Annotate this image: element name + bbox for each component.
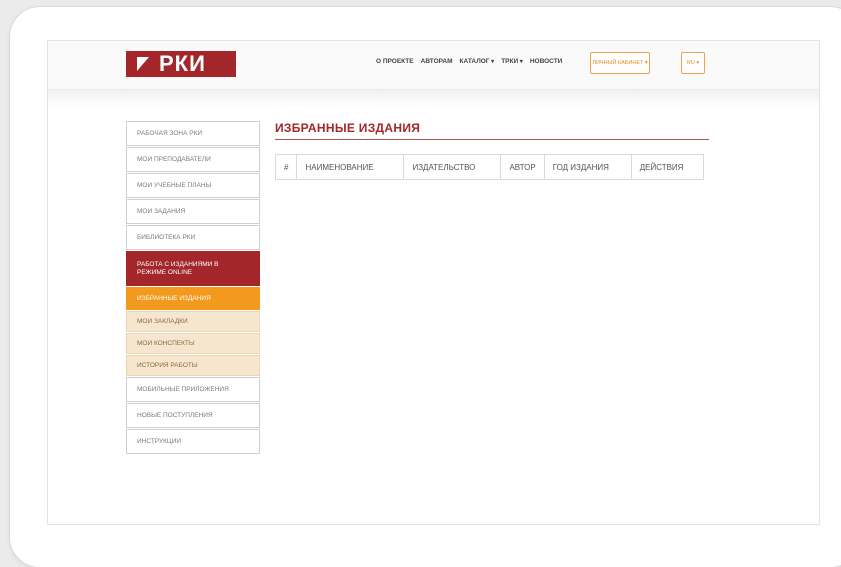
col-title[interactable]: НАИМЕНОВАНИЕ — [296, 154, 405, 180]
nav-item-catalog[interactable]: КАТАЛОГ — [460, 58, 495, 65]
sidebar-item-online-editions[interactable]: РАБОТА С ИЗДАНИЯМИ В РЕЖИМЕ ONLINE — [126, 251, 260, 286]
sidebar-subitem-notes[interactable]: МОИ КОНСПЕКТЫ — [126, 333, 260, 354]
nav-item-authors[interactable]: АВТОРАМ — [421, 58, 453, 65]
sidebar-subitem-history[interactable]: ИСТОРИЯ РАБОТЫ — [126, 355, 260, 376]
nav-item-news[interactable]: НОВОСТИ — [530, 58, 563, 65]
sidebar-item-mobile-apps[interactable]: МОБИЛЬНЫЕ ПРИЛОЖЕНИЯ — [126, 377, 260, 402]
sidebar-subitem-favorites[interactable]: ИЗБРАННЫЕ ИЗДАНИЯ — [126, 287, 260, 310]
sidebar-menu: РАБОЧАЯ ЗОНА РКИ МОИ ПРЕПОДАВАТЕЛИ МОИ У… — [126, 121, 260, 455]
sidebar-item-instructions[interactable]: ИНСТРУКЦИИ — [126, 429, 260, 454]
nav-item-about[interactable]: О ПРОЕКТЕ — [376, 58, 414, 65]
site-logo[interactable]: РКИ — [126, 51, 236, 77]
logo-text: РКИ — [159, 51, 206, 76]
header-shadow — [48, 90, 819, 108]
col-publisher[interactable]: ИЗДАТЕЛЬСТВО — [403, 154, 502, 180]
col-number: # — [274, 154, 298, 180]
sidebar-subitem-bookmarks[interactable]: МОИ ЗАКЛАДКИ — [126, 311, 260, 332]
personal-cabinet-button[interactable]: ЛИЧНЫЙ КАБИНЕТ ▾ — [590, 52, 650, 74]
language-select[interactable]: RU ▾ — [681, 52, 705, 74]
sidebar-item-library[interactable]: БИБЛИОТЕКА РКИ — [126, 225, 260, 250]
sidebar-item-new-arrivals[interactable]: НОВЫЕ ПОСТУПЛЕНИЯ — [126, 403, 260, 428]
sidebar-item-tasks[interactable]: МОИ ЗАДАНИЯ — [126, 199, 260, 224]
table-header-row: # НАИМЕНОВАНИЕ ИЗДАТЕЛЬСТВО АВТОР ГОД ИЗ… — [274, 154, 704, 180]
page-title: ИЗБРАННЫЕ ИЗДАНИЯ — [275, 121, 421, 135]
main-nav: О ПРОЕКТЕ АВТОРАМ КАТАЛОГ ТРКИ НОВОСТИ — [376, 58, 562, 65]
sidebar-item-workzone[interactable]: РАБОЧАЯ ЗОНА РКИ — [126, 121, 260, 146]
col-author[interactable]: АВТОР — [500, 154, 545, 180]
site-header: РКИ О ПРОЕКТЕ АВТОРАМ КАТАЛОГ ТРКИ НОВОС… — [48, 41, 819, 90]
logo-mark-icon — [137, 57, 149, 71]
nav-item-trki[interactable]: ТРКИ — [501, 58, 523, 65]
col-year[interactable]: ГОД ИЗДАНИЯ — [543, 154, 632, 180]
sidebar-item-teachers[interactable]: МОИ ПРЕПОДАВАТЕЛИ — [126, 147, 260, 172]
main-content: ИЗБРАННЫЕ ИЗДАНИЯ # НАИМЕНОВАНИЕ ИЗДАТЕЛ… — [274, 121, 709, 180]
favorites-table: # НАИМЕНОВАНИЕ ИЗДАТЕЛЬСТВО АВТОР ГОД ИЗ… — [274, 154, 704, 180]
col-actions: ДЕЙСТВИЯ — [630, 154, 704, 180]
app-window: РКИ О ПРОЕКТЕ АВТОРАМ КАТАЛОГ ТРКИ НОВОС… — [47, 40, 820, 525]
sidebar-item-study-plans[interactable]: МОИ УЧЕБНЫЕ ПЛАНЫ — [126, 173, 260, 198]
title-divider — [275, 139, 709, 140]
